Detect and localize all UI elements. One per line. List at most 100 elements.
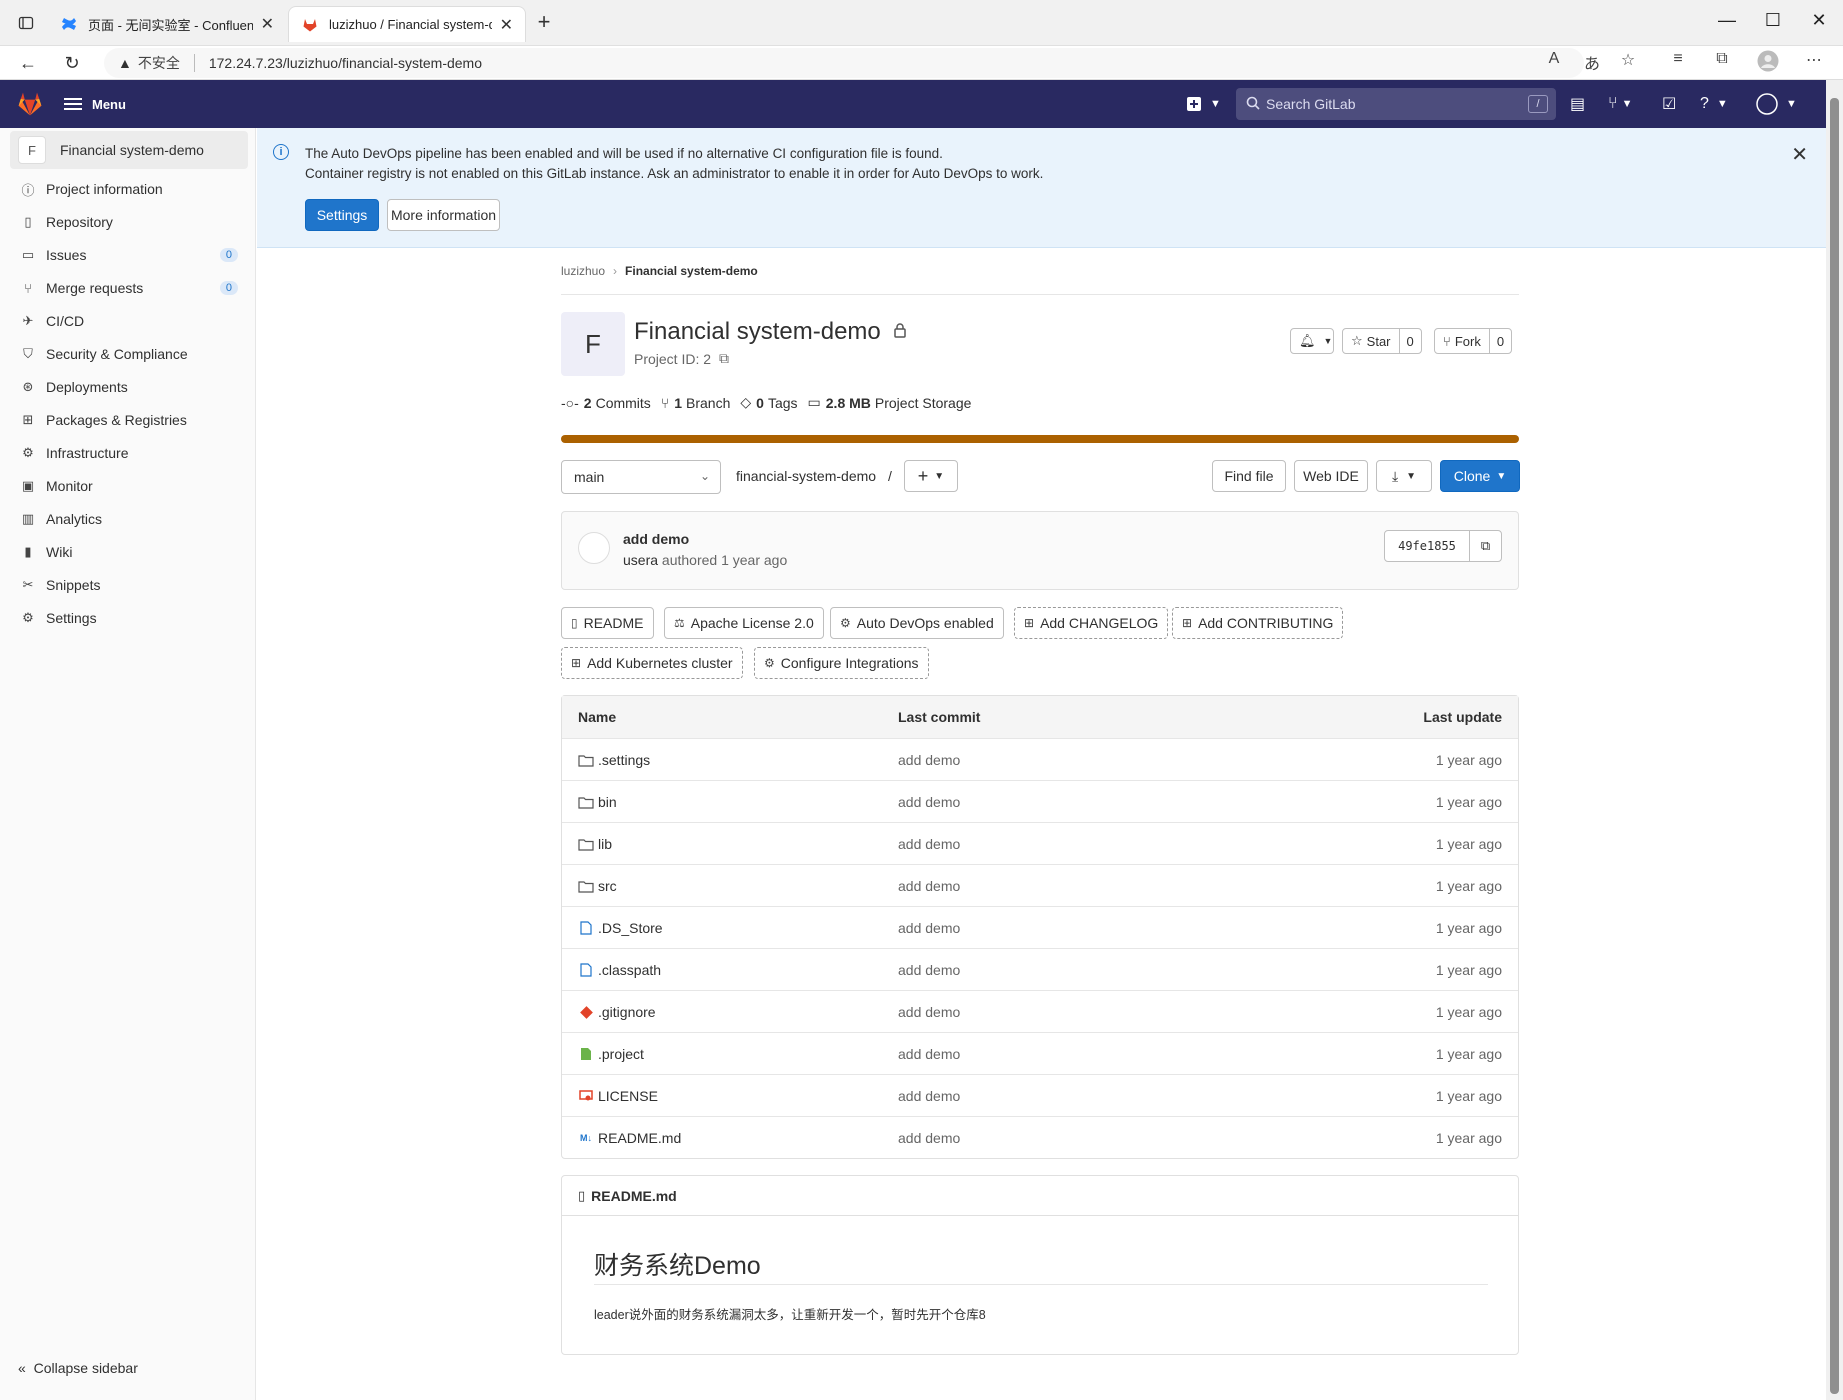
close-tab-icon[interactable]: ✕: [500, 15, 513, 35]
tab-actions-icon[interactable]: [12, 10, 40, 36]
collapse-sidebar-button[interactable]: « Collapse sidebar: [18, 1360, 138, 1376]
issues-nav-icon[interactable]: ▤: [1570, 92, 1585, 116]
file-name[interactable]: .gitignore: [598, 1004, 656, 1020]
row-last-commit[interactable]: add demo: [898, 878, 960, 894]
commit-sha[interactable]: 49fe1855: [1384, 530, 1470, 562]
commits-stat[interactable]: -○- 2 Commits: [561, 395, 651, 411]
translate-icon[interactable]: あ: [1578, 50, 1606, 74]
table-row[interactable]: .settings add demo 1 year ago: [562, 738, 1518, 780]
commit-author[interactable]: usera: [623, 552, 658, 568]
web-ide-button[interactable]: Web IDE: [1294, 460, 1368, 492]
repo-path-link[interactable]: financial-system-demo: [736, 468, 876, 484]
branch-selector[interactable]: main ⌄: [561, 460, 721, 494]
sidebar-item-analytics[interactable]: ▥ Analytics: [20, 504, 238, 534]
table-row[interactable]: LICENSE add demo 1 year ago: [562, 1074, 1518, 1116]
more-menu-icon[interactable]: ⋯: [1800, 50, 1828, 70]
row-last-commit[interactable]: add demo: [898, 1088, 960, 1104]
sidebar-item-settings[interactable]: ⚙ Settings: [20, 603, 238, 633]
sidebar-item-cicd[interactable]: ✈ CI/CD: [20, 306, 238, 336]
table-row[interactable]: src add demo 1 year ago: [562, 864, 1518, 906]
file-name[interactable]: bin: [598, 794, 617, 810]
page-scrollbar[interactable]: [1826, 80, 1843, 1400]
close-tab-icon[interactable]: ✕: [261, 14, 274, 34]
new-tab-icon[interactable]: +: [530, 9, 558, 35]
menu-button[interactable]: Menu: [64, 92, 126, 116]
help-icon[interactable]: ? ▼: [1700, 92, 1728, 116]
sidebar-item-deployments[interactable]: ⊛ Deployments: [20, 372, 238, 402]
sidebar-item-issues[interactable]: ▭ Issues 0: [20, 240, 238, 270]
row-last-commit[interactable]: add demo: [898, 962, 960, 978]
table-row[interactable]: .DS_Store add demo 1 year ago: [562, 906, 1518, 948]
row-last-commit[interactable]: add demo: [898, 1130, 960, 1146]
sidebar-item-security[interactable]: ⛉ Security & Compliance: [20, 339, 238, 369]
url-field[interactable]: ▲ 不安全 172.24.7.23/luzizhuo/financial-sys…: [104, 48, 1584, 78]
collections-icon[interactable]: ⧉: [1708, 50, 1736, 68]
back-icon[interactable]: ←: [14, 50, 42, 76]
branch-stat[interactable]: ⑂ 1 Branch: [661, 395, 731, 411]
browser-tab-confluence[interactable]: 页面 - 无间实验室 - Confluence ✕: [48, 6, 286, 42]
more-information-button[interactable]: More information: [387, 199, 500, 231]
new-item-dropdown[interactable]: ▼: [1186, 92, 1221, 116]
banner-settings-button[interactable]: Settings: [305, 199, 379, 231]
auto-devops-pill[interactable]: ⚙ Auto DevOps enabled: [830, 607, 1004, 639]
row-last-commit[interactable]: add demo: [898, 1046, 960, 1062]
tags-stat[interactable]: ◇ 0 Tags: [740, 394, 797, 411]
user-avatar-dropdown[interactable]: ▼: [1756, 92, 1797, 116]
minimize-window-icon[interactable]: —: [1712, 10, 1742, 31]
favorite-add-icon[interactable]: ☆: [1614, 50, 1642, 70]
table-row[interactable]: lib add demo 1 year ago: [562, 822, 1518, 864]
close-banner-icon[interactable]: ✕: [1791, 142, 1808, 167]
sidebar-item-repository[interactable]: ▯ Repository: [20, 207, 238, 237]
table-row[interactable]: .project add demo 1 year ago: [562, 1032, 1518, 1074]
breadcrumb-owner[interactable]: luzizhuo: [561, 264, 605, 278]
sidebar-project-header[interactable]: F Financial system-demo: [10, 131, 248, 169]
table-row[interactable]: .gitignore add demo 1 year ago: [562, 990, 1518, 1032]
close-window-icon[interactable]: ✕: [1804, 10, 1834, 31]
sidebar-item-merge-requests[interactable]: ⑂ Merge requests 0: [20, 273, 238, 303]
reload-icon[interactable]: ↻: [58, 50, 86, 76]
table-row[interactable]: M↓ README.md add demo 1 year ago: [562, 1116, 1518, 1158]
readme-pill[interactable]: ▯ README: [561, 607, 654, 639]
copy-sha-icon[interactable]: ⧉: [1469, 530, 1502, 562]
download-dropdown[interactable]: ⤓ ▼: [1376, 460, 1432, 492]
search-input[interactable]: Search GitLab /: [1236, 88, 1556, 120]
sidebar-item-infrastructure[interactable]: ⚙ Infrastructure: [20, 438, 238, 468]
file-name[interactable]: .DS_Store: [598, 920, 663, 936]
add-contributing-pill[interactable]: ⊞ Add CONTRIBUTING: [1172, 607, 1344, 639]
profile-avatar-icon[interactable]: [1754, 50, 1782, 77]
favorites-icon[interactable]: ≡: [1664, 50, 1692, 68]
sidebar-item-project-information[interactable]: ⓘ Project information: [20, 174, 238, 204]
breadcrumb-project[interactable]: Financial system-demo: [625, 264, 758, 278]
todo-icon[interactable]: ☑: [1662, 92, 1676, 116]
sidebar-item-packages[interactable]: ⊞ Packages & Registries: [20, 405, 238, 435]
commit-message[interactable]: add demo: [623, 531, 689, 547]
star-button[interactable]: ☆ Star 0: [1342, 328, 1422, 354]
merge-requests-nav-icon[interactable]: ⑂ ▼: [1608, 92, 1633, 116]
row-last-commit[interactable]: add demo: [898, 836, 960, 852]
file-name[interactable]: LICENSE: [598, 1088, 658, 1104]
file-name[interactable]: .settings: [598, 752, 650, 768]
license-pill[interactable]: ⚖ Apache License 2.0: [664, 607, 824, 639]
configure-integrations-pill[interactable]: ⚙ Configure Integrations: [754, 647, 929, 679]
file-name[interactable]: lib: [598, 836, 612, 852]
gitlab-logo[interactable]: [16, 90, 44, 118]
readme-filename[interactable]: README.md: [591, 1188, 677, 1204]
copy-icon[interactable]: ⧉: [719, 350, 729, 367]
row-last-commit[interactable]: add demo: [898, 1004, 960, 1020]
add-kubernetes-pill[interactable]: ⊞ Add Kubernetes cluster: [561, 647, 743, 679]
browser-tab-gitlab[interactable]: luzizhuo / Financial system-demo ✕: [288, 6, 526, 42]
row-last-commit[interactable]: add demo: [898, 794, 960, 810]
file-name[interactable]: .classpath: [598, 962, 661, 978]
sidebar-item-monitor[interactable]: ▣ Monitor: [20, 471, 238, 501]
table-row[interactable]: .classpath add demo 1 year ago: [562, 948, 1518, 990]
notification-dropdown[interactable]: 🔔︎ ▼: [1290, 328, 1334, 354]
file-name[interactable]: README.md: [598, 1130, 681, 1146]
find-file-button[interactable]: Find file: [1212, 460, 1286, 492]
file-name[interactable]: .project: [598, 1046, 644, 1062]
row-last-commit[interactable]: add demo: [898, 752, 960, 768]
table-row[interactable]: bin add demo 1 year ago: [562, 780, 1518, 822]
maximize-window-icon[interactable]: ☐: [1758, 10, 1788, 31]
sidebar-item-snippets[interactable]: ✂ Snippets: [20, 570, 238, 600]
row-last-commit[interactable]: add demo: [898, 920, 960, 936]
clone-dropdown[interactable]: Clone ▼: [1440, 460, 1520, 492]
